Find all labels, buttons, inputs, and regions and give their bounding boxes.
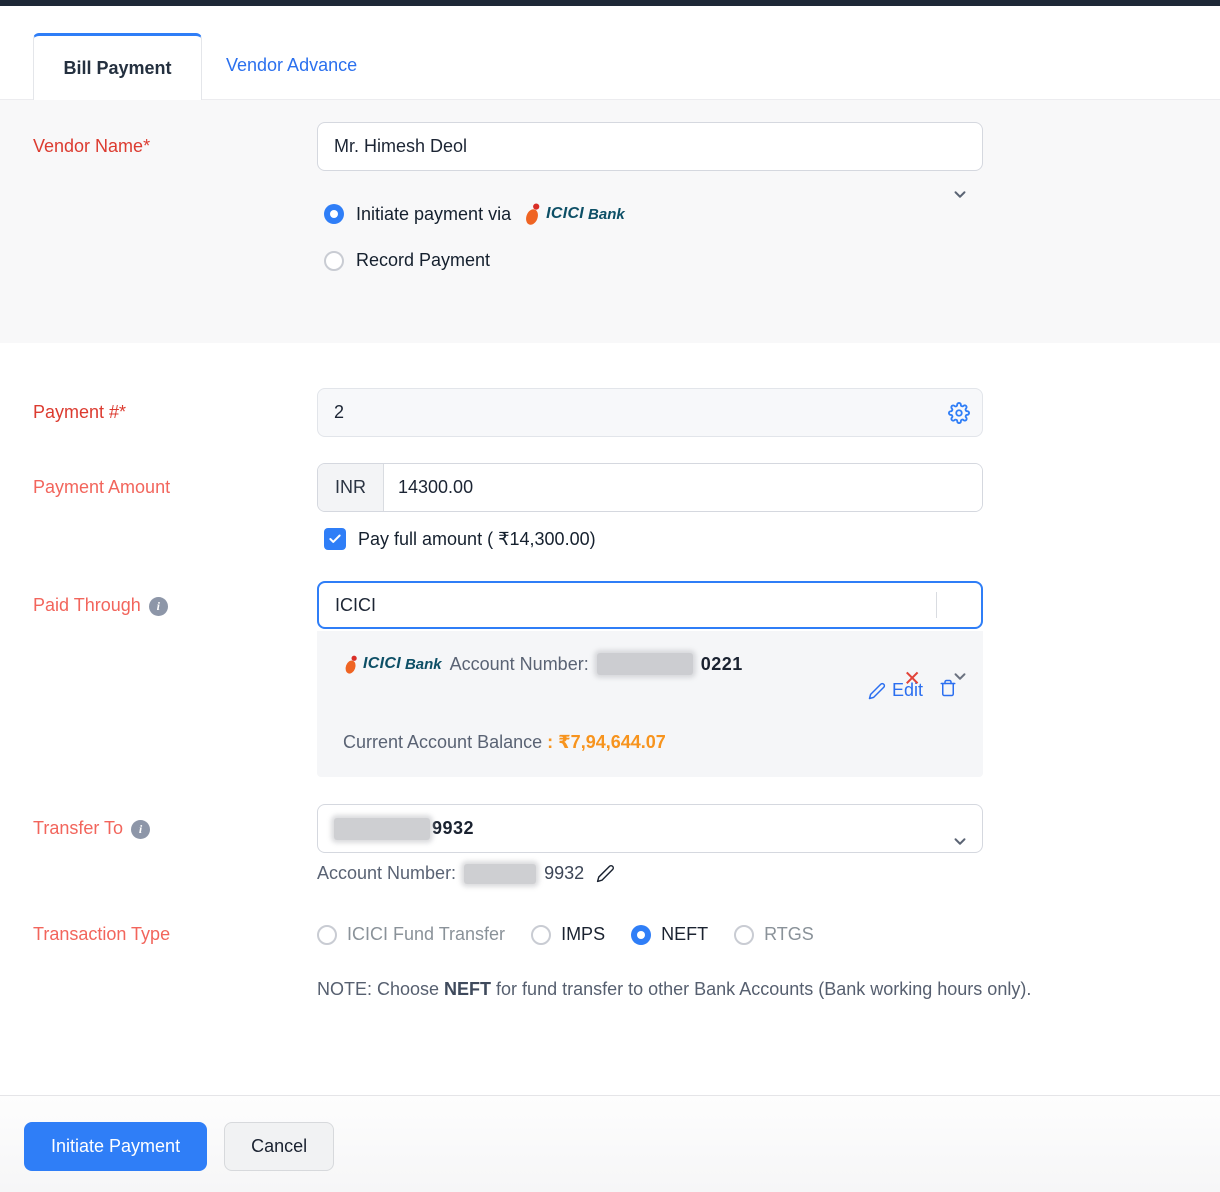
balance-separator: :	[547, 732, 553, 752]
radio-selected-icon[interactable]	[324, 204, 344, 224]
footer-action-bar: Initiate Payment Cancel	[0, 1095, 1220, 1192]
balance-amount: ₹7,94,644.07	[558, 732, 666, 752]
vendor-select-value: Mr. Himesh Deol	[334, 136, 467, 157]
transfer-account-number-line: Account Number: 9932	[317, 863, 983, 884]
icici-text: ICICI	[363, 655, 401, 673]
radio-selected-icon[interactable]	[631, 925, 651, 945]
account-number-label: Account Number:	[317, 863, 456, 884]
redacted-account-number	[464, 864, 536, 884]
payment-number-label: Payment #*	[33, 388, 317, 437]
icici-bank-word: Bank	[405, 656, 442, 673]
tab-bar: Bill Payment Vendor Advance	[0, 6, 1220, 100]
gear-icon[interactable]	[948, 402, 970, 424]
record-payment-label: Record Payment	[356, 250, 490, 271]
option-icici-fund-transfer[interactable]: ICICI Fund Transfer	[317, 924, 505, 945]
transfer-to-value-suffix: 9932	[432, 818, 474, 839]
payment-amount-input[interactable]	[384, 464, 982, 511]
tab-vendor-advance[interactable]: Vendor Advance	[202, 32, 381, 99]
radio-unselected-icon[interactable]	[531, 925, 551, 945]
checkbox-checked-icon[interactable]	[324, 528, 346, 550]
radio-unselected-icon[interactable]	[324, 251, 344, 271]
transaction-type-label: Transaction Type	[33, 924, 317, 1006]
option-label: RTGS	[764, 924, 814, 945]
icici-bank-logo: ICICI Bank	[523, 202, 625, 226]
paid-through-account-panel: ICICI Bank Account Number: 0221 Edit	[317, 631, 983, 777]
tab-vendor-advance-label: Vendor Advance	[226, 55, 357, 76]
balance-label: Current Account Balance	[343, 732, 542, 752]
chevron-down-icon[interactable]	[951, 833, 969, 856]
pay-full-amount-option[interactable]: Pay full amount ( ₹14,300.00)	[317, 528, 983, 550]
option-label: IMPS	[561, 924, 605, 945]
paid-through-input[interactable]	[317, 581, 983, 629]
transfer-to-label: Transfer To i	[33, 804, 317, 884]
account-number-label: Account Number:	[450, 654, 589, 675]
vendor-section: Vendor Name* Mr. Himesh Deol Initiate pa…	[0, 100, 1220, 343]
pencil-icon	[868, 682, 886, 700]
tab-bill-payment[interactable]: Bill Payment	[33, 33, 202, 100]
payment-amount-group: INR	[317, 463, 983, 512]
currency-tag: INR	[318, 464, 384, 511]
redacted-account-number	[334, 818, 430, 840]
account-number-suffix: 9932	[544, 863, 584, 884]
info-icon[interactable]: i	[149, 597, 168, 616]
option-neft[interactable]: NEFT	[631, 924, 708, 945]
clear-icon[interactable]: ✕	[903, 669, 921, 690]
input-divider	[936, 592, 937, 618]
note-suffix: for fund transfer to other Bank Accounts…	[491, 979, 1031, 999]
vendor-name-label: Vendor Name*	[33, 122, 317, 271]
initiate-payment-label: Initiate payment via	[356, 204, 511, 225]
record-payment-option[interactable]: Record Payment	[317, 250, 983, 271]
pay-full-amount-label: Pay full amount ( ₹14,300.00)	[358, 529, 596, 550]
transfer-to-select[interactable]: 9932	[317, 804, 983, 853]
note-prefix: NOTE: Choose	[317, 979, 444, 999]
radio-unselected-icon[interactable]	[734, 925, 754, 945]
vendor-select[interactable]: Mr. Himesh Deol	[317, 122, 983, 171]
info-icon[interactable]: i	[131, 820, 150, 839]
initiate-payment-button[interactable]: Initiate Payment	[24, 1122, 207, 1171]
icici-mark-icon	[343, 654, 359, 675]
edit-transfer-account-icon[interactable]	[596, 864, 615, 883]
paid-through-label-text: Paid Through	[33, 595, 141, 616]
icici-text: ICICI	[546, 205, 584, 223]
neft-note: NOTE: Choose NEFT for fund transfer to o…	[317, 973, 1077, 1006]
initiate-payment-option[interactable]: Initiate payment via ICICI Bank	[317, 202, 983, 226]
transaction-type-options: ICICI Fund Transfer IMPS NEFT RTGS	[317, 924, 983, 945]
icici-bank-logo: ICICI Bank	[343, 654, 442, 675]
option-imps[interactable]: IMPS	[531, 924, 605, 945]
chevron-down-icon[interactable]	[951, 668, 969, 691]
current-account-balance: Current Account Balance : ₹7,94,644.07	[343, 732, 957, 753]
payment-number-input[interactable]	[317, 388, 983, 437]
icici-bank-word: Bank	[588, 206, 625, 223]
tab-bill-payment-label: Bill Payment	[63, 58, 171, 79]
transfer-to-label-text: Transfer To	[33, 818, 123, 839]
payment-amount-label: Payment Amount	[33, 463, 317, 550]
option-label: NEFT	[661, 924, 708, 945]
option-label: ICICI Fund Transfer	[347, 924, 505, 945]
option-rtgs[interactable]: RTGS	[734, 924, 814, 945]
note-bold: NEFT	[444, 979, 491, 999]
account-number-suffix: 0221	[701, 654, 743, 675]
cancel-button[interactable]: Cancel	[224, 1122, 334, 1171]
icici-mark-icon	[523, 202, 542, 226]
chevron-down-icon[interactable]	[951, 185, 969, 208]
redacted-account-number	[597, 653, 693, 675]
radio-unselected-icon[interactable]	[317, 925, 337, 945]
payment-form: Payment #* Payment Amount INR Pay full a…	[0, 343, 1220, 1006]
paid-through-label: Paid Through i	[33, 581, 317, 777]
